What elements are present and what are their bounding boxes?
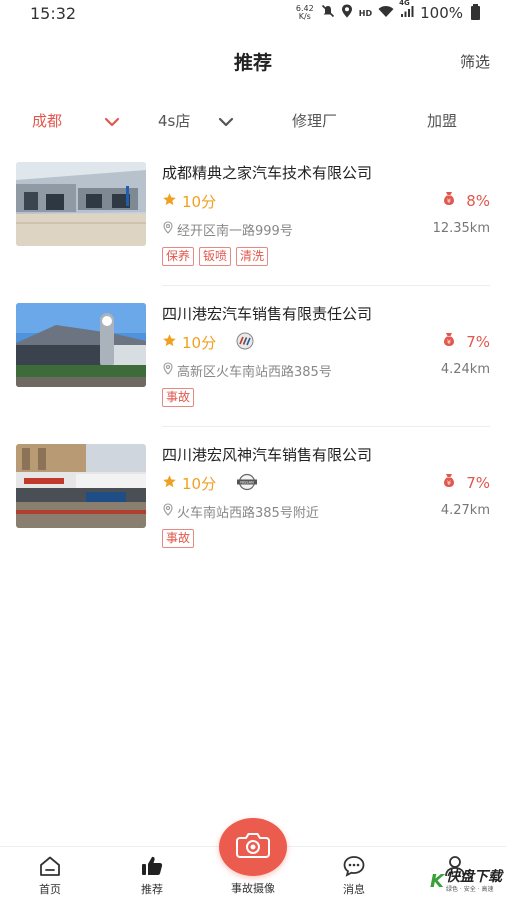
signal-icon: 4G [399, 0, 414, 22]
buick-logo-icon [236, 332, 254, 354]
chevron-down-icon[interactable] [218, 112, 234, 131]
shop-rating: 10分 [162, 332, 216, 353]
watermark-k-icon: K [430, 871, 444, 892]
nav-home-label: 首页 [39, 883, 61, 896]
status-time: 15:32 [30, 4, 77, 23]
svg-text:NISSAN: NISSAN [240, 481, 254, 485]
service-tag: 事故 [162, 388, 195, 407]
service-tag: 清洗 [236, 247, 269, 266]
city-filter[interactable]: 成都 [32, 110, 62, 131]
shop-card[interactable]: 四川港宏风神汽车销售有限公司 10分 NISSAN ¥ 7% 火车南站西路385… [0, 427, 506, 568]
location-icon [341, 4, 353, 22]
service-tag: 事故 [162, 529, 195, 548]
wifi-icon [378, 4, 394, 22]
accident-camera-button[interactable] [219, 818, 287, 876]
hd-badge: HD [358, 8, 373, 18]
city-filter-label: 成都 [32, 112, 63, 130]
star-icon [162, 192, 177, 211]
shop-commission: ¥ 8% [442, 191, 490, 210]
nav-messages[interactable]: 消息 [319, 847, 389, 900]
net-speed: 6.42 K/s [295, 4, 314, 21]
money-bag-icon: ¥ [442, 473, 456, 492]
service-tag: 钣喷 [199, 247, 232, 266]
shop-commission: ¥ 7% [442, 473, 490, 492]
watermark-subtext: 绿色 · 安全 · 高速 [446, 886, 494, 893]
type-filter[interactable]: 4s店 [158, 110, 190, 131]
shop-photo [16, 162, 146, 246]
service-tags: 保养 钣喷 清洗 [162, 247, 269, 266]
location-pin-icon [162, 503, 174, 520]
shop-distance: 12.35km [432, 221, 490, 236]
svg-text:¥: ¥ [447, 338, 451, 346]
franchise-filter[interactable]: 加盟 [427, 110, 457, 131]
camera-icon [236, 832, 270, 862]
location-pin-icon [162, 362, 174, 379]
shop-name: 成都精典之家汽车技术有限公司 [162, 164, 373, 182]
money-bag-icon: ¥ [442, 191, 456, 210]
repair-shop-filter[interactable]: 修理厂 [292, 110, 337, 131]
shop-card[interactable]: 成都精典之家汽车技术有限公司 10分 ¥ 8% 经开区南一路999号 12.35… [0, 145, 506, 286]
nav-recommend[interactable]: 推荐 [117, 847, 187, 900]
nav-recommend-label: 推荐 [141, 883, 163, 896]
chat-bubble-icon [342, 855, 366, 881]
type-filter-label: 4s店 [158, 112, 191, 130]
nav-messages-label: 消息 [343, 883, 365, 896]
watermark-text: 快盘下载 [446, 869, 502, 885]
page-title: 推荐 [233, 52, 272, 74]
shop-commission: ¥ 7% [442, 332, 490, 351]
nissan-logo-icon: NISSAN [236, 473, 258, 495]
shop-list: 成都精典之家汽车技术有限公司 10分 ¥ 8% 经开区南一路999号 12.35… [0, 145, 506, 568]
star-icon [162, 333, 177, 352]
status-icons: 6.42 K/s HD 4G 100% [295, 0, 480, 22]
svg-text:¥: ¥ [447, 479, 451, 487]
home-icon [38, 855, 62, 881]
shop-rating: 10分 [162, 191, 216, 212]
watermark-logo: K 快盘下载 绿色 · 安全 · 高速 [430, 870, 502, 893]
battery-icon [471, 4, 480, 20]
mute-icon [321, 4, 335, 22]
shop-name: 四川港宏汽车销售有限责任公司 [162, 305, 373, 323]
shop-name: 四川港宏风神汽车销售有限公司 [162, 446, 373, 464]
location-pin-icon [162, 221, 174, 238]
shop-rating: 10分 [162, 473, 216, 494]
filter-button[interactable]: 筛选 [460, 51, 490, 72]
shop-distance: 4.27km [440, 503, 490, 518]
nav-home[interactable]: 首页 [15, 847, 85, 900]
status-bar: 15:32 6.42 K/s HD 4G 100% [0, 0, 506, 28]
shop-photo [16, 444, 146, 528]
shop-address: 火车南站西路385号附近 [162, 502, 319, 521]
shop-photo [16, 303, 146, 387]
thumbs-up-icon [140, 855, 164, 881]
money-bag-icon: ¥ [442, 332, 456, 351]
shop-card[interactable]: 四川港宏汽车销售有限责任公司 10分 ¥ 7% 高新区火车南站西路385号 4.… [0, 286, 506, 427]
shop-address: 高新区火车南站西路385号 [162, 361, 332, 380]
accident-camera-label: 事故摄像 [231, 882, 275, 895]
shop-distance: 4.24km [440, 362, 490, 377]
battery-percent: 100% [420, 4, 463, 22]
filter-bar: 成都 4s店 修理厂 加盟 [0, 100, 506, 140]
service-tag: 保养 [162, 247, 195, 266]
svg-text:¥: ¥ [447, 197, 451, 205]
chevron-down-icon[interactable] [104, 112, 120, 131]
shop-address: 经开区南一路999号 [162, 220, 293, 239]
service-tags: 事故 [162, 388, 195, 407]
service-tags: 事故 [162, 529, 195, 548]
header: 推荐 筛选 [0, 40, 506, 80]
star-icon [162, 474, 177, 493]
